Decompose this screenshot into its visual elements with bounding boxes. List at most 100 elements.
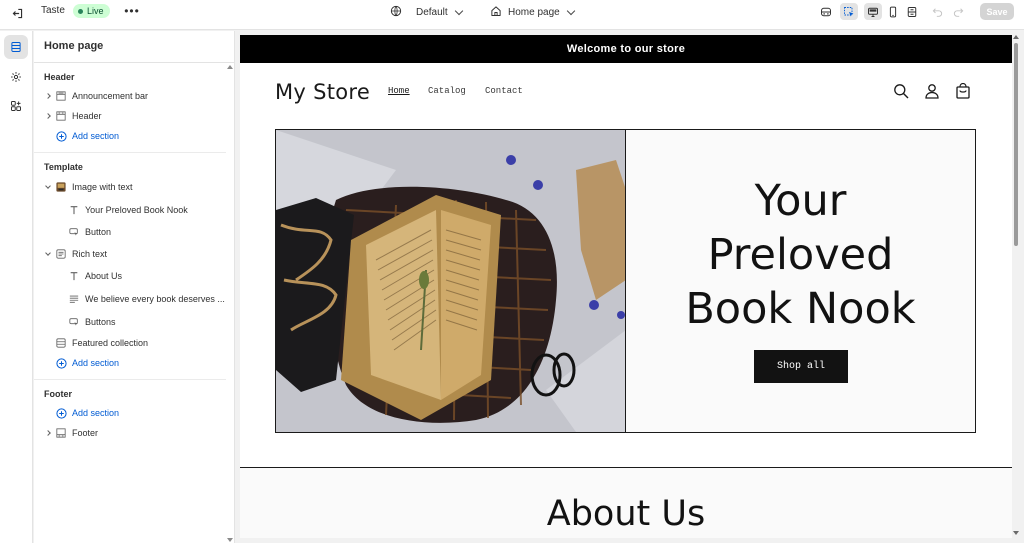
sidebar-title: Home page [44, 40, 104, 52]
add-section-header-button[interactable]: Add section [55, 127, 119, 145]
add-section-footer-button[interactable]: Add section [55, 404, 119, 422]
shop-all-button[interactable]: Shop all [754, 350, 848, 383]
group-title-template: Template [44, 162, 83, 172]
add-section-label: Add section [72, 358, 120, 368]
button-icon [68, 316, 80, 328]
account-icon[interactable] [923, 82, 941, 100]
chevron-down-icon[interactable] [43, 250, 53, 256]
divider [34, 379, 226, 380]
chevron-right-icon[interactable] [43, 430, 53, 436]
scroll-down-icon[interactable] [1013, 531, 1019, 535]
section-layout-icon [55, 427, 67, 439]
hero-text-panel: Your Preloved Book Nook Shop all [626, 130, 975, 432]
hero-heading[interactable]: Your Preloved Book Nook [626, 174, 975, 336]
image-with-text-section[interactable]: Your Preloved Book Nook Shop all [275, 129, 976, 433]
section-label: Rich text [72, 249, 108, 259]
editor-topbar: Taste Live ••• Default Home page Save [0, 0, 1024, 30]
hero-heading-line: Preloved [707, 230, 894, 280]
section-layout-icon [55, 90, 67, 102]
fullwidth-icon[interactable] [903, 3, 921, 20]
block-heading[interactable]: Your Preloved Book Nook [66, 201, 188, 219]
block-label: Button [85, 227, 112, 237]
cart-icon[interactable] [954, 82, 972, 100]
section-label: Image with text [72, 182, 133, 192]
block-label: Your Preloved Book Nook [85, 205, 188, 215]
scrollbar-thumb[interactable] [1014, 43, 1018, 246]
scroll-down-icon[interactable] [227, 538, 233, 542]
add-section-template-button[interactable]: Add section [55, 354, 119, 372]
chevron-down-icon[interactable] [43, 183, 53, 189]
section-rich-text[interactable]: Rich text [43, 245, 107, 263]
live-status-badge: Live [73, 4, 110, 18]
block-heading[interactable]: About Us [66, 267, 122, 285]
nav-link-home[interactable]: Home [388, 86, 410, 96]
scroll-up-icon[interactable] [227, 65, 233, 69]
language-context-label: Default [416, 6, 448, 18]
desktop-icon[interactable] [864, 3, 882, 20]
settings-gear-icon[interactable] [4, 65, 28, 89]
add-section-label: Add section [72, 408, 120, 418]
language-context-selector[interactable]: Default [390, 4, 463, 20]
block-label: Buttons [85, 317, 116, 327]
redo-icon[interactable] [949, 3, 967, 20]
sections-icon[interactable] [4, 35, 28, 59]
editor-nav-rail [0, 31, 33, 543]
search-icon[interactable] [892, 82, 910, 100]
undo-icon[interactable] [928, 3, 946, 20]
section-footer[interactable]: Footer [43, 424, 98, 442]
nav-link-contact[interactable]: Contact [485, 86, 523, 96]
rich-text-icon [55, 248, 67, 260]
section-label: Header [72, 111, 102, 121]
preview-scrollbar[interactable] [1013, 35, 1019, 538]
globe-icon [390, 5, 402, 20]
nav-link-catalog[interactable]: Catalog [428, 86, 466, 96]
storefront-preview: Welcome to our store My Store Home Catal… [240, 35, 1012, 538]
page-selector[interactable]: Home page [490, 4, 575, 20]
mobile-icon[interactable] [884, 3, 902, 20]
block-buttons[interactable]: Buttons [66, 313, 116, 331]
add-section-label: Add section [72, 131, 120, 141]
section-label: Footer [72, 428, 99, 438]
divider [34, 152, 226, 153]
plus-circle-icon [55, 357, 67, 369]
block-text[interactable]: We believe every book deserves ... [66, 290, 225, 308]
plus-circle-icon [55, 407, 67, 419]
chevron-right-icon[interactable] [43, 93, 53, 99]
inspector-icon[interactable] [817, 3, 835, 20]
apps-icon[interactable] [4, 94, 28, 118]
section-label: Featured collection [72, 338, 149, 348]
hero-image [276, 130, 626, 432]
section-label: Announcement bar [72, 91, 149, 101]
section-layout-icon [55, 110, 67, 122]
button-icon [68, 226, 80, 238]
section-featured-collection[interactable]: Featured collection [55, 334, 148, 352]
hero-heading-line: Book Nook [685, 284, 916, 334]
block-button[interactable]: Button [66, 223, 111, 241]
group-title-header: Header [44, 72, 75, 82]
section-image-with-text[interactable]: Image with text [43, 178, 133, 196]
text-icon [68, 204, 80, 216]
chevron-right-icon[interactable] [43, 113, 53, 119]
divider [34, 62, 235, 63]
block-label: About Us [85, 271, 123, 281]
plus-circle-icon [55, 130, 67, 142]
chevron-down-icon [566, 6, 575, 15]
more-actions-button[interactable]: ••• [124, 4, 140, 18]
about-heading[interactable]: About Us [240, 494, 1012, 534]
save-button[interactable]: Save [980, 3, 1014, 20]
theme-name: Taste [41, 5, 65, 16]
image-thumbnail-icon [55, 181, 67, 193]
live-dot-icon [78, 8, 83, 14]
paragraph-icon [68, 293, 80, 305]
section-header[interactable]: Header [43, 107, 102, 125]
store-logo[interactable]: My Store [275, 80, 370, 104]
text-icon [68, 270, 80, 282]
page-selector-label: Home page [508, 6, 560, 18]
select-icon[interactable] [840, 3, 858, 20]
scroll-up-icon[interactable] [1013, 35, 1019, 39]
sections-sidebar: Home page Header Announcement bar Header… [34, 31, 235, 543]
section-announcement-bar[interactable]: Announcement bar [43, 87, 148, 105]
exit-icon[interactable] [9, 5, 25, 21]
announcement-bar[interactable]: Welcome to our store [240, 35, 1012, 63]
chevron-down-icon [454, 6, 463, 15]
